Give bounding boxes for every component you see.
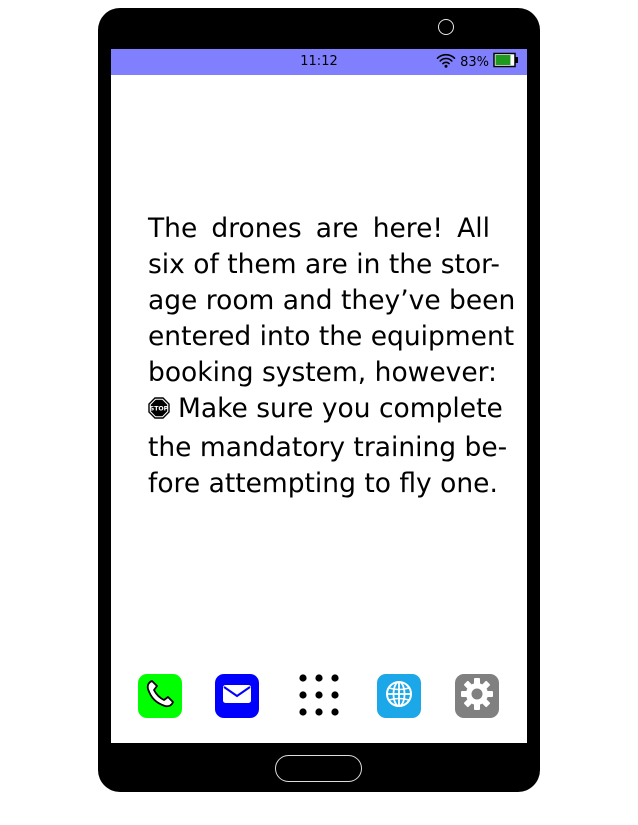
home-button[interactable] — [275, 755, 362, 782]
stop-sign-icon: STOP — [148, 393, 170, 429]
front-camera — [438, 19, 454, 35]
phone-frame: 11:12 83% The drones are here! All six o… — [98, 8, 540, 792]
message-line-text: Make sure you complete — [178, 393, 503, 425]
app-grid-icon — [296, 672, 342, 722]
message-line: booking system, however: — [148, 357, 497, 389]
status-indicators: 83% — [436, 52, 519, 72]
phone-screen: 11:12 83% The drones are here! All six o… — [111, 49, 527, 743]
message-line: The drones are here! All — [148, 213, 490, 244]
svg-text:STOP: STOP — [150, 406, 169, 413]
settings-app-button[interactable] — [455, 674, 499, 718]
app-drawer-button[interactable] — [294, 672, 344, 722]
battery-percent: 83% — [460, 54, 489, 70]
message-line-with-icon: STOP Make sure you complete — [148, 391, 503, 429]
phone-icon — [143, 677, 177, 715]
phone-app-button[interactable] — [138, 674, 182, 718]
status-bar: 11:12 83% — [111, 49, 527, 75]
gear-icon — [459, 676, 495, 716]
message-line: fore attempting to fly one. — [148, 467, 498, 499]
browser-app-button[interactable] — [377, 674, 421, 718]
message-line: the mandatory training be- — [148, 431, 508, 463]
globe-icon — [383, 678, 415, 714]
message-line: six of them are in the stor- — [148, 249, 500, 281]
wifi-icon — [436, 52, 456, 72]
message-line: age room and they’ve been — [148, 285, 516, 317]
message-text: The drones are here! All six of them are… — [148, 211, 516, 502]
mail-icon — [220, 680, 254, 712]
message-line: entered into the equipment — [148, 321, 515, 353]
mail-app-button[interactable] — [215, 674, 259, 718]
stage: 11:12 83% The drones are here! All six o… — [0, 0, 638, 825]
app-dock — [111, 674, 527, 720]
battery-icon — [493, 52, 519, 72]
